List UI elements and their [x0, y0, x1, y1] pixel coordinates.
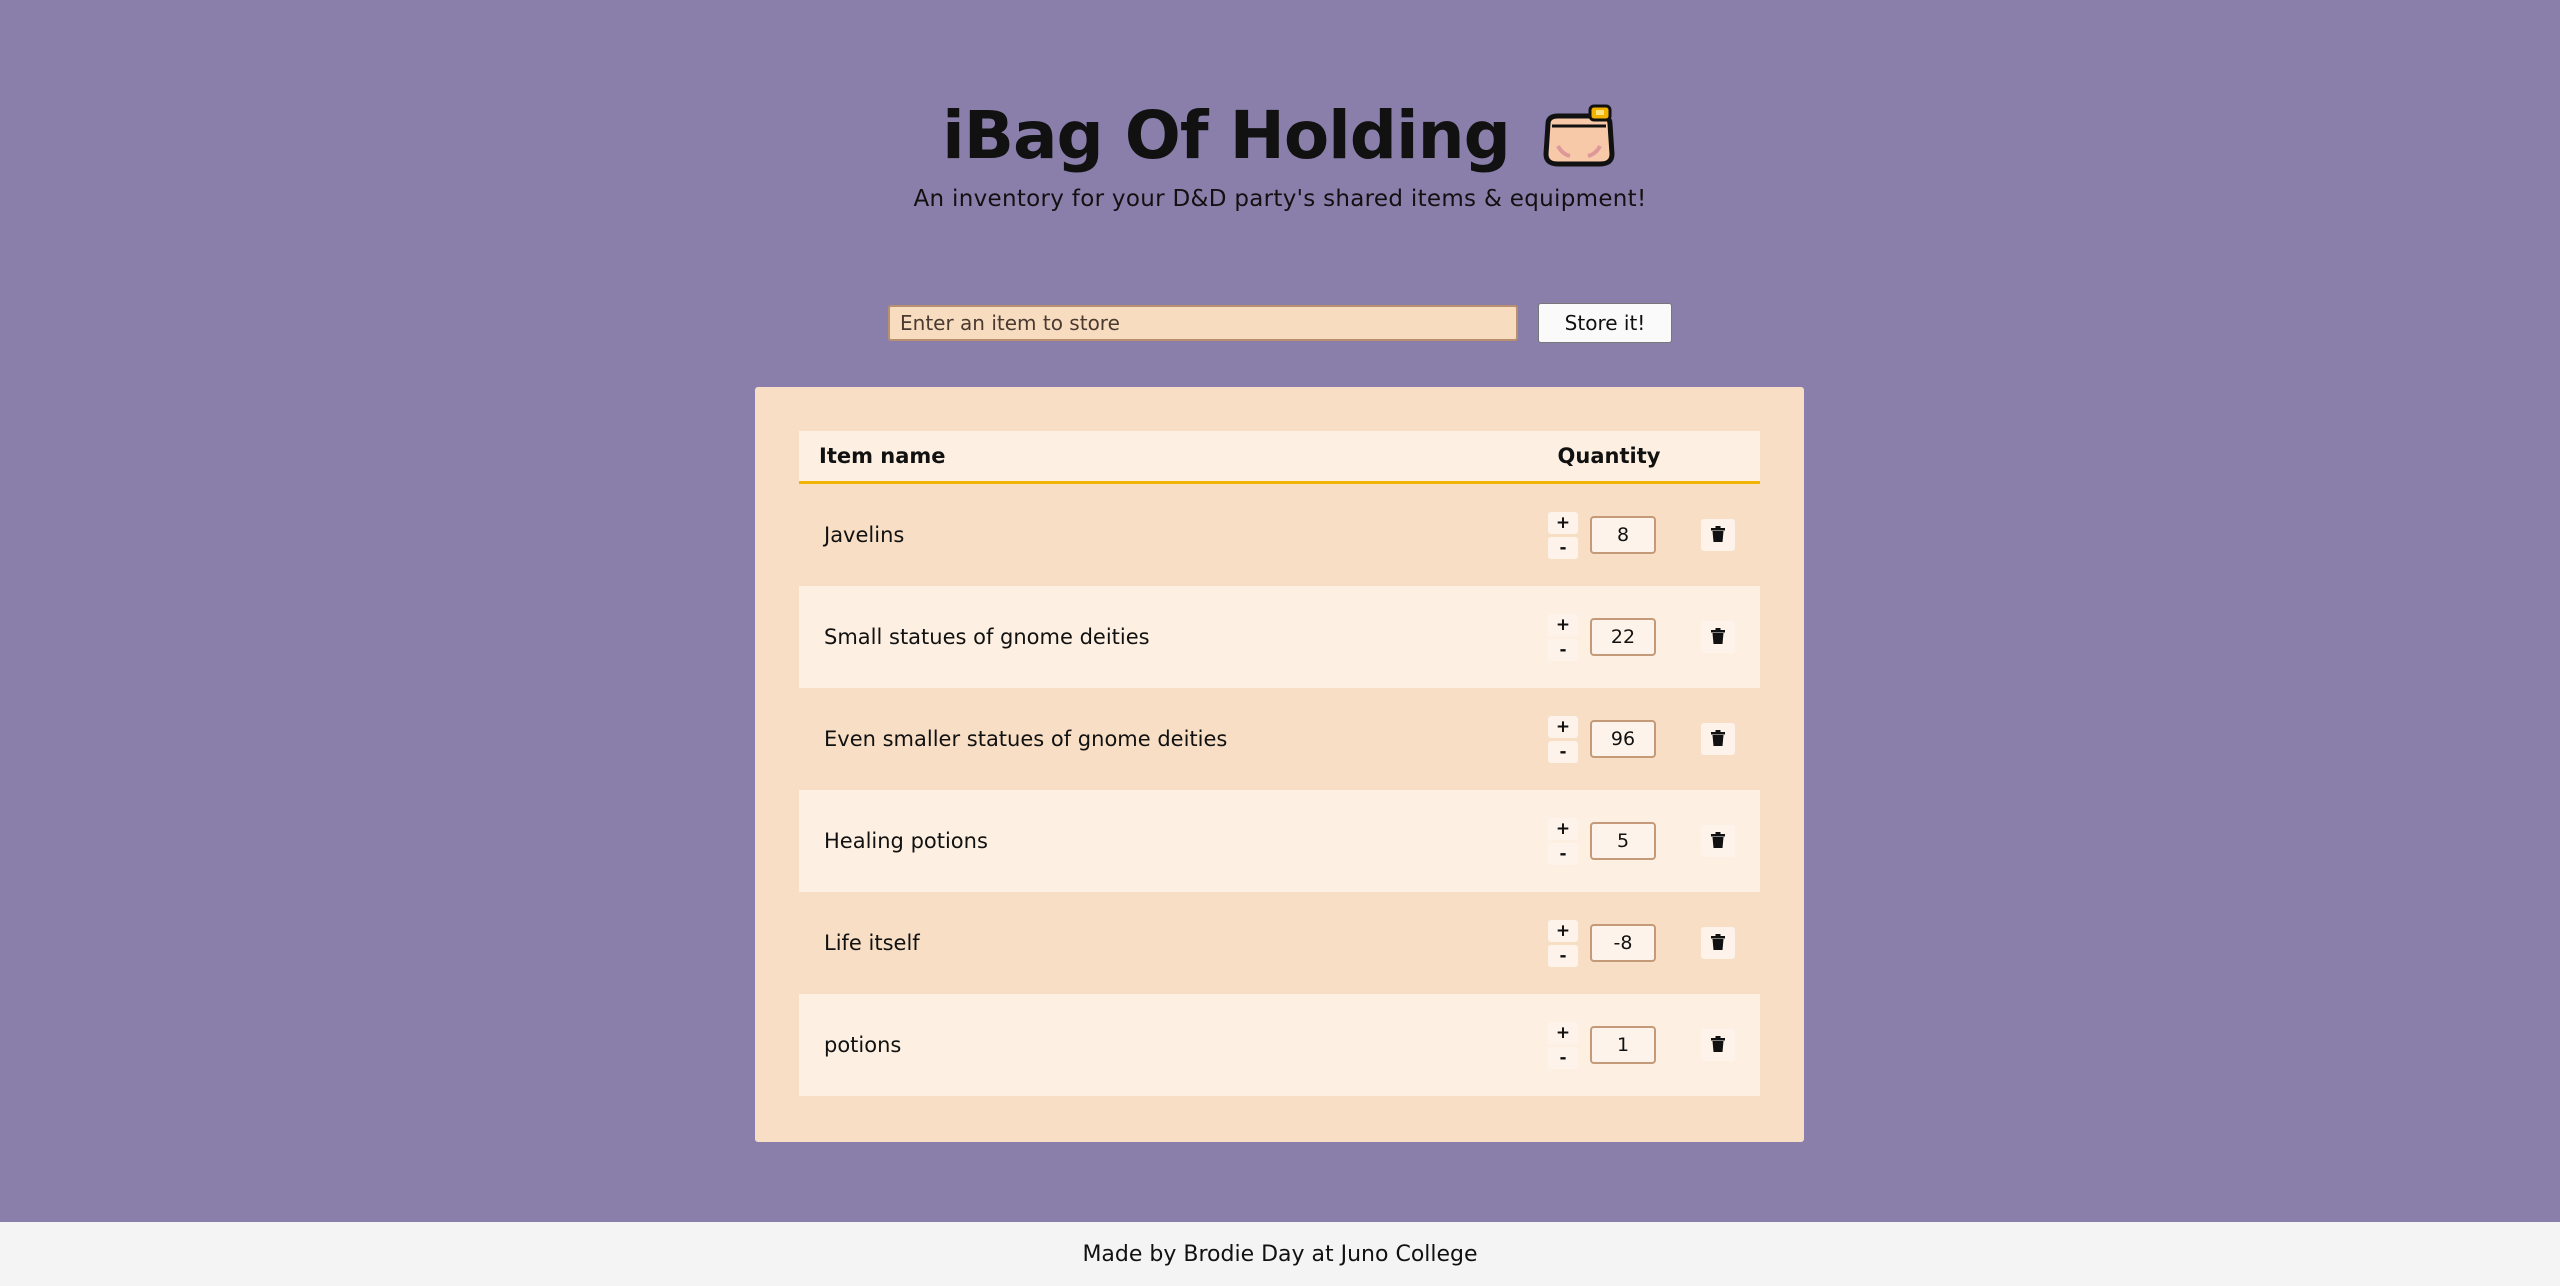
- delete-button[interactable]: [1701, 927, 1735, 959]
- page-footer: Made by Brodie Day at Juno College: [0, 1222, 2560, 1286]
- delete-button[interactable]: [1701, 723, 1735, 755]
- increment-button[interactable]: +: [1548, 715, 1578, 738]
- table-row: Even smaller statues of gnome deities + …: [799, 688, 1760, 790]
- quantity-input[interactable]: [1590, 720, 1656, 758]
- table-row: Javelins + -: [799, 484, 1760, 586]
- delete-button[interactable]: [1701, 519, 1735, 551]
- item-name: Small statues of gnome deities: [824, 625, 1150, 649]
- decrement-button[interactable]: -: [1548, 740, 1578, 763]
- trash-icon: [1711, 729, 1725, 749]
- increment-button[interactable]: +: [1548, 817, 1578, 840]
- decrement-button[interactable]: -: [1548, 944, 1578, 967]
- title-row: iBag Of Holding: [0, 90, 2560, 180]
- page-title: iBag Of Holding: [942, 96, 1511, 174]
- item-name: Life itself: [824, 931, 920, 955]
- page-header: iBag Of Holding An inventory for your D&…: [0, 90, 2560, 213]
- delete-button[interactable]: [1701, 621, 1735, 653]
- trash-icon: [1711, 933, 1725, 953]
- quantity-input[interactable]: [1590, 516, 1656, 554]
- item-name: Healing potions: [824, 829, 988, 853]
- quantity-input[interactable]: [1590, 924, 1656, 962]
- quantity-stepper: + -: [1546, 613, 1580, 661]
- trash-icon: [1711, 627, 1725, 647]
- trash-icon: [1711, 525, 1725, 545]
- decrement-button[interactable]: -: [1548, 842, 1578, 865]
- inventory-panel: Item name Quantity Javelins + - Small st…: [755, 387, 1804, 1142]
- footer-credit: Made by Brodie Day at Juno College: [1082, 1241, 1478, 1267]
- decrement-button[interactable]: -: [1548, 1046, 1578, 1069]
- item-name: Even smaller statues of gnome deities: [824, 727, 1228, 751]
- quantity-input[interactable]: [1590, 618, 1656, 656]
- increment-button[interactable]: +: [1548, 1021, 1578, 1044]
- decrement-button[interactable]: -: [1548, 638, 1578, 661]
- decrement-button[interactable]: -: [1548, 536, 1578, 559]
- delete-button[interactable]: [1701, 1029, 1735, 1061]
- bag-icon: [1540, 102, 1618, 168]
- trash-icon: [1711, 1035, 1725, 1055]
- trash-icon: [1711, 831, 1725, 851]
- table-header: Item name Quantity: [799, 431, 1760, 484]
- item-name: Javelins: [824, 523, 905, 547]
- quantity-stepper: + -: [1546, 817, 1580, 865]
- column-header-item-name: Item name: [819, 444, 946, 468]
- add-item-form: Store it!: [888, 303, 1672, 343]
- quantity-stepper: + -: [1546, 715, 1580, 763]
- quantity-stepper: + -: [1546, 1021, 1580, 1069]
- item-name: potions: [824, 1033, 902, 1057]
- table-row: Life itself + -: [799, 892, 1760, 994]
- table-row: Healing potions + -: [799, 790, 1760, 892]
- table-row: Small statues of gnome deities + -: [799, 586, 1760, 688]
- table-row: potions + -: [799, 994, 1760, 1096]
- column-header-quantity: Quantity: [1557, 444, 1661, 468]
- quantity-stepper: + -: [1546, 919, 1580, 967]
- quantity-input[interactable]: [1590, 822, 1656, 860]
- increment-button[interactable]: +: [1548, 613, 1578, 636]
- item-input[interactable]: [888, 305, 1518, 341]
- page-subtitle: An inventory for your D&D party's shared…: [913, 186, 1647, 212]
- delete-button[interactable]: [1701, 825, 1735, 857]
- increment-button[interactable]: +: [1548, 919, 1578, 942]
- increment-button[interactable]: +: [1548, 511, 1578, 534]
- quantity-stepper: + -: [1546, 511, 1580, 559]
- quantity-input[interactable]: [1590, 1026, 1656, 1064]
- store-button[interactable]: Store it!: [1538, 303, 1672, 343]
